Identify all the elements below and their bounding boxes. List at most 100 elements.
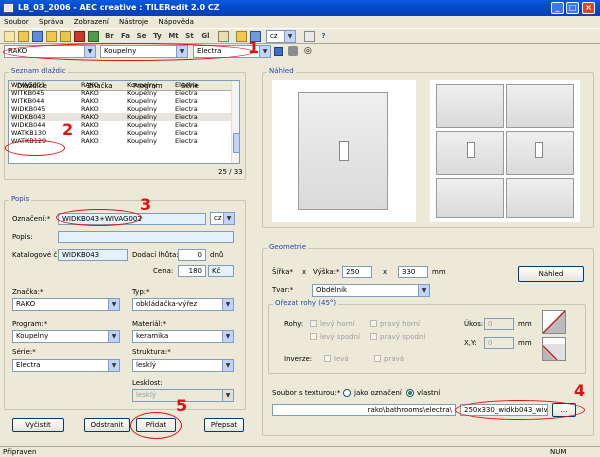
print-icon[interactable]: [304, 31, 315, 42]
tool-st[interactable]: St: [184, 31, 195, 42]
annotation-number-4: 4: [574, 381, 586, 400]
znacka-select[interactable]: RAKO ▼: [12, 298, 120, 311]
save-icon[interactable]: [32, 31, 43, 42]
pravy-horni-checkbox[interactable]: [370, 320, 377, 327]
tvar-label: Tvar:*: [272, 286, 294, 294]
vyska-field[interactable]: 330: [398, 266, 428, 278]
tool-mt[interactable]: Mt: [168, 31, 179, 42]
tool-fa[interactable]: Fa: [120, 31, 131, 42]
znacka-label: Značka:*: [12, 288, 44, 296]
leva-checkbox[interactable]: [324, 355, 331, 362]
table-row[interactable]: WIVAG001 RAKO Koupelny Electra: [9, 81, 231, 89]
new-icon[interactable]: [4, 31, 15, 42]
list-scrollbar[interactable]: [231, 81, 239, 163]
cell-serie: Electra: [175, 129, 198, 137]
cell-program: Koupelny: [127, 113, 157, 121]
cell-program: Koupelny: [127, 97, 157, 105]
chevron-down-icon: ▼: [222, 390, 233, 401]
levy-horni-label: levý horní: [320, 320, 355, 328]
textura-path-field[interactable]: rako\bathrooms\electra\: [272, 404, 456, 416]
ukos-field[interactable]: 0: [484, 318, 514, 330]
serie-select[interactable]: Electra ▼: [12, 359, 120, 372]
levy-spodni-checkbox[interactable]: [310, 333, 317, 340]
tool-br[interactable]: Br: [104, 31, 115, 42]
jako-oznaceni-radio[interactable]: [343, 389, 351, 397]
export-icon[interactable]: [88, 31, 99, 42]
menu-napoveda[interactable]: Nápověda: [158, 18, 193, 26]
times-sign: x: [302, 268, 307, 276]
typ-select[interactable]: obkládačka-výřez ▼: [132, 298, 234, 311]
cell-znacka: RAKO: [81, 89, 99, 97]
program-select[interactable]: Koupelny ▼: [12, 330, 120, 343]
material-select[interactable]: keramika ▼: [132, 330, 234, 343]
sirka-field[interactable]: 250: [342, 266, 372, 278]
nahled-button[interactable]: Náhled: [518, 266, 584, 282]
table-row[interactable]: WITKB044 RAKO Koupelny Electra: [9, 97, 231, 105]
struktura-select[interactable]: lesklý ▼: [132, 359, 234, 372]
sort-icon[interactable]: [288, 46, 298, 56]
database-icon[interactable]: [74, 31, 85, 42]
corner-offset-icon: [542, 337, 566, 361]
cell-znacka: RAKO: [81, 121, 99, 129]
tool-gl[interactable]: Gl: [200, 31, 211, 42]
prepsat-button[interactable]: Přepsat: [204, 418, 244, 432]
chart-icon[interactable]: [218, 31, 229, 42]
status-num: NUM: [550, 448, 567, 456]
close-button[interactable]: ×: [582, 2, 595, 14]
chevron-down-icon: ▼: [418, 285, 429, 296]
cell-serie: Electra: [175, 89, 198, 97]
help-icon[interactable]: ?: [318, 31, 329, 42]
language-select[interactable]: cz ▼: [266, 30, 296, 43]
mena-field[interactable]: Kč: [208, 265, 234, 277]
levy-spodni-label: levý spodní: [320, 333, 360, 341]
open-icon[interactable]: [18, 31, 29, 42]
table-row[interactable]: WIDKB043 RAKO Koupelny Electra: [9, 113, 231, 121]
chevron-down-icon: ▼: [222, 360, 233, 371]
cena-field[interactable]: 180: [178, 265, 206, 277]
oznaceni-lang[interactable]: cz ▼: [210, 212, 235, 225]
cell-dlazdice: WITKB045: [11, 89, 45, 97]
cell-serie: Electra: [175, 97, 198, 105]
status-bar: Připraven NUM: [0, 446, 600, 457]
menu-zobrazeni[interactable]: Zobrazení: [74, 18, 109, 26]
scroll-thumb[interactable]: [233, 133, 239, 153]
xy-label: X,Y:: [464, 339, 477, 347]
dodaci-field[interactable]: 0: [178, 249, 206, 261]
status-text: Připraven: [3, 448, 37, 456]
tvar-value: Obdélník: [316, 286, 348, 294]
cell-serie: Electra: [175, 113, 198, 121]
odstranit-button[interactable]: Odstranit: [84, 418, 130, 432]
katalog-field[interactable]: WIDKB043: [58, 249, 128, 261]
popis-field[interactable]: [58, 231, 234, 243]
filter-icon[interactable]: [274, 47, 283, 56]
table-row[interactable]: WATKB130 RAKO Koupelny Electra: [9, 129, 231, 137]
vyska-label: Výška:*: [313, 268, 340, 276]
levy-horni-checkbox[interactable]: [310, 320, 317, 327]
tool-ty[interactable]: Ty: [152, 31, 163, 42]
tvar-select[interactable]: Obdélník ▼: [312, 284, 430, 297]
tool-se[interactable]: Se: [136, 31, 147, 42]
prava-checkbox[interactable]: [374, 355, 381, 362]
table-row[interactable]: WITKB045 RAKO Koupelny Electra: [9, 89, 231, 97]
menu-sprava[interactable]: Správa: [39, 18, 64, 26]
minimize-button[interactable]: _: [551, 2, 564, 14]
cell-znacka: RAKO: [81, 97, 99, 105]
table-row[interactable]: WIDKB044 RAKO Koupelny Electra: [9, 121, 231, 129]
toolbar: Br Fa Se Ty Mt St Gl cz ▼ ?: [0, 28, 600, 44]
vlastni-radio[interactable]: [406, 389, 414, 397]
tiled-preview: [430, 80, 580, 222]
folder-up-icon[interactable]: [60, 31, 71, 42]
xy-field[interactable]: 0: [484, 337, 514, 349]
menu-nastroje[interactable]: Nástroje: [119, 18, 148, 26]
program-label: Program:*: [12, 320, 48, 328]
pravy-spodni-checkbox[interactable]: [370, 333, 377, 340]
table-row[interactable]: WIDKB045 RAKO Koupelny Electra: [9, 105, 231, 113]
maximize-button[interactable]: □: [566, 2, 579, 14]
menu-soubor[interactable]: Soubor: [4, 18, 29, 26]
copy-icon[interactable]: [236, 31, 247, 42]
lesklost-label: Lesklost:: [132, 379, 163, 387]
vycistit-button[interactable]: Vyčistit: [12, 418, 64, 432]
vlastni-label: vlastní: [417, 389, 441, 397]
folder-icon[interactable]: [46, 31, 57, 42]
binoculars-icon[interactable]: ◎: [304, 46, 312, 56]
